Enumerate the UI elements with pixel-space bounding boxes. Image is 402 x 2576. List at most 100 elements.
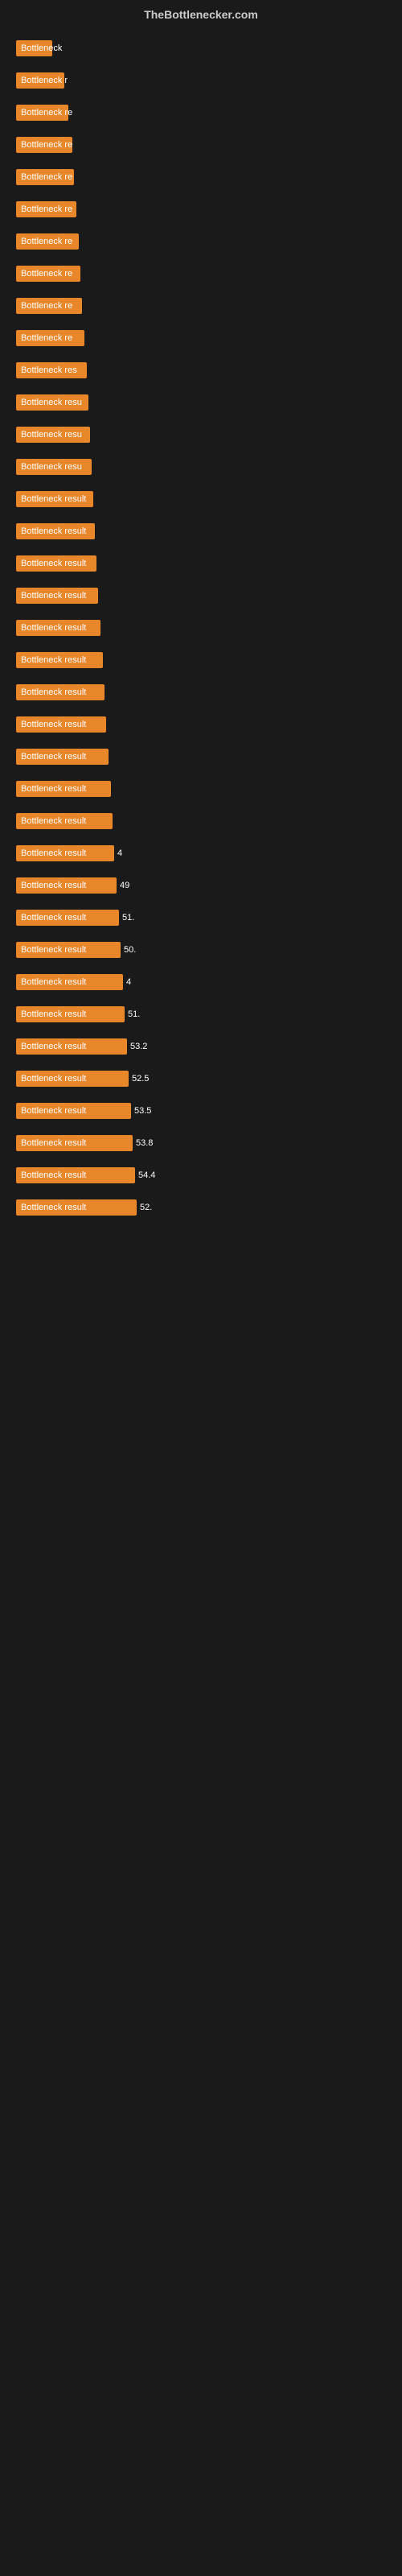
bar-row: Bottleneck result53.5 [16,1096,386,1126]
bar-wrapper: Bottleneck result53.8 [16,1135,386,1151]
bar-row: Bottleneck result [16,580,386,611]
bar-row: Bottleneck result4 [16,838,386,869]
bar-label: Bottleneck result [16,716,106,733]
bar-row: Bottleneck r [16,65,386,96]
bar-label: Bottleneck result [16,1103,131,1119]
bar-label: Bottleneck resu [16,394,88,411]
bar-row: Bottleneck result51. [16,999,386,1030]
bar-row: Bottleneck result [16,613,386,643]
bar-label: Bottleneck result [16,652,103,668]
bar-wrapper: Bottleneck result [16,620,386,636]
bar-label: Bottleneck result [16,1199,137,1216]
bar-value: 49 [120,881,129,890]
bar-label: Bottleneck result [16,1071,129,1087]
bar-wrapper: Bottleneck [16,40,386,56]
site-title: TheBottlenecker.com [0,0,402,25]
bar-wrapper: Bottleneck res [16,362,386,378]
bar-label: Bottleneck result [16,1006,125,1022]
bar-wrapper: Bottleneck result4 [16,974,386,990]
bar-label: Bottleneck result [16,684,105,700]
bar-row: Bottleneck resu [16,452,386,482]
bar-wrapper: Bottleneck re [16,266,386,282]
bar-value: 4 [117,848,122,858]
bar-row: Bottleneck result [16,806,386,836]
bar-row: Bottleneck result [16,741,386,772]
bar-value: 52. [140,1203,152,1212]
bar-row: Bottleneck re [16,323,386,353]
bar-label: Bottleneck resu [16,459,92,475]
bar-row: Bottleneck re [16,194,386,225]
bar-row: Bottleneck result [16,484,386,514]
bar-label: Bottleneck re [16,105,68,121]
bar-wrapper: Bottleneck result [16,781,386,797]
bar-wrapper: Bottleneck result51. [16,1006,386,1022]
bar-wrapper: Bottleneck result [16,652,386,668]
bar-wrapper: Bottleneck resu [16,427,386,443]
bar-label: Bottleneck result [16,588,98,604]
bar-value: 53.2 [130,1042,147,1051]
bar-label: Bottleneck result [16,910,119,926]
bar-wrapper: Bottleneck r [16,72,386,89]
bar-wrapper: Bottleneck re [16,298,386,314]
bar-value: 54.4 [138,1170,155,1180]
bar-wrapper: Bottleneck result51. [16,910,386,926]
bar-label: Bottleneck resu [16,427,90,443]
bar-wrapper: Bottleneck result50. [16,942,386,958]
bar-label: Bottleneck re [16,137,72,153]
bar-value: 4 [126,977,131,987]
bar-wrapper: Bottleneck result [16,491,386,507]
bar-row: Bottleneck res [16,355,386,386]
bar-wrapper: Bottleneck result53.2 [16,1038,386,1055]
bar-value: 51. [122,913,134,923]
bar-row: Bottleneck [16,33,386,64]
bar-wrapper: Bottleneck result [16,555,386,572]
bar-label: Bottleneck re [16,298,82,314]
bar-row: Bottleneck result54.4 [16,1160,386,1191]
bar-wrapper: Bottleneck result [16,523,386,539]
bar-label: Bottleneck result [16,749,109,765]
bar-wrapper: Bottleneck resu [16,394,386,411]
bar-wrapper: Bottleneck result [16,716,386,733]
bar-row: Bottleneck result [16,645,386,675]
bar-label: Bottleneck result [16,491,93,507]
bar-label: Bottleneck result [16,620,100,636]
bar-row: Bottleneck result [16,774,386,804]
bar-wrapper: Bottleneck resu [16,459,386,475]
bar-wrapper: Bottleneck result54.4 [16,1167,386,1183]
bar-label: Bottleneck res [16,362,87,378]
bar-label: Bottleneck result [16,1038,127,1055]
bar-wrapper: Bottleneck re [16,201,386,217]
bar-row: Bottleneck result [16,548,386,579]
bar-label: Bottleneck re [16,330,84,346]
bar-label: Bottleneck r [16,72,64,89]
bar-label: Bottleneck re [16,233,79,250]
bar-row: Bottleneck re [16,226,386,257]
chart-container: Bottleneck Bottleneck r Bottleneck re Bottl… [0,25,402,1232]
bar-wrapper: Bottleneck result52.5 [16,1071,386,1087]
bar-label: Bottleneck result [16,942,121,958]
bar-row: Bottleneck result [16,709,386,740]
bar-wrapper: Bottleneck re [16,233,386,250]
bar-row: Bottleneck re [16,258,386,289]
bar-row: Bottleneck result [16,677,386,708]
bar-wrapper: Bottleneck result [16,813,386,829]
bar-label: Bottleneck result [16,877,117,894]
bar-wrapper: Bottleneck re [16,137,386,153]
bar-row: Bottleneck result53.2 [16,1031,386,1062]
bar-label: Bottleneck result [16,781,111,797]
bar-wrapper: Bottleneck result53.5 [16,1103,386,1119]
bar-label: Bottleneck result [16,1135,133,1151]
bar-label: Bottleneck result [16,523,95,539]
bar-wrapper: Bottleneck result49 [16,877,386,894]
bar-row: Bottleneck result51. [16,902,386,933]
bar-row: Bottleneck resu [16,419,386,450]
bar-value: 53.5 [134,1106,151,1116]
bar-wrapper: Bottleneck result52. [16,1199,386,1216]
bar-row: Bottleneck result4 [16,967,386,997]
bar-row: Bottleneck resu [16,387,386,418]
bar-wrapper: Bottleneck result [16,588,386,604]
bar-label: Bottleneck result [16,813,113,829]
bar-row: Bottleneck re [16,130,386,160]
bar-row: Bottleneck result52. [16,1192,386,1223]
bar-value: 51. [128,1009,140,1019]
